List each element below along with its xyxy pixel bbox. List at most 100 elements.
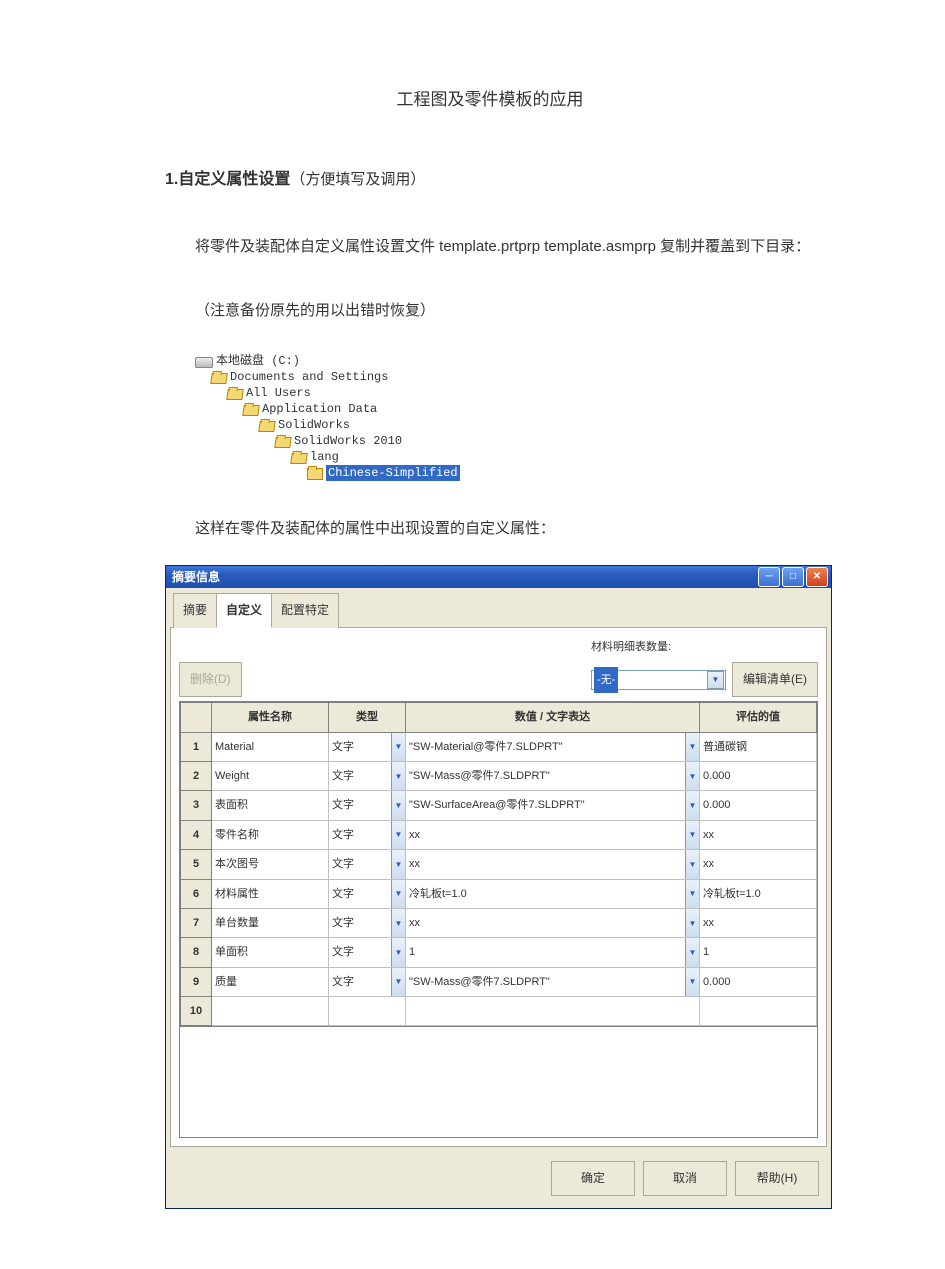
prop-name-cell[interactable]: 零件名称 xyxy=(212,820,329,849)
prop-expr-cell[interactable] xyxy=(406,997,700,1026)
chevron-down-icon[interactable]: ▼ xyxy=(685,762,699,790)
row-number: 4 xyxy=(181,820,212,849)
titlebar[interactable]: 摘要信息 ─ □ ✕ xyxy=(166,566,831,588)
tree-item[interactable]: SolidWorks 2010 xyxy=(195,433,815,449)
row-number: 2 xyxy=(181,761,212,790)
table-row[interactable]: 8单面积文字▼1▼1 xyxy=(181,938,817,967)
prop-value-cell: xx xyxy=(700,908,817,937)
chevron-down-icon[interactable]: ▼ xyxy=(685,968,699,996)
prop-name-cell[interactable]: 材料属性 xyxy=(212,879,329,908)
minimize-button[interactable]: ─ xyxy=(758,567,780,587)
property-table[interactable]: 属性名称类型数值 / 文字表达评估的值1Material文字▼"SW-Mater… xyxy=(179,701,818,1027)
prop-expr-cell[interactable]: 冷轧板t=1.0▼ xyxy=(406,879,700,908)
prop-type-cell[interactable]: 文字▼ xyxy=(329,908,406,937)
column-header[interactable]: 属性名称 xyxy=(212,703,329,732)
tree-item[interactable]: SolidWorks xyxy=(195,417,815,433)
table-row[interactable]: 5本次图号文字▼xx▼xx xyxy=(181,850,817,879)
prop-type-cell[interactable]: 文字▼ xyxy=(329,879,406,908)
table-row[interactable]: 7单台数量文字▼xx▼xx xyxy=(181,908,817,937)
chevron-down-icon[interactable]: ▼ xyxy=(391,733,405,761)
close-button[interactable]: ✕ xyxy=(806,567,828,587)
prop-type-cell[interactable]: 文字▼ xyxy=(329,820,406,849)
column-header[interactable]: 数值 / 文字表达 xyxy=(406,703,700,732)
chevron-down-icon[interactable]: ▼ xyxy=(391,880,405,908)
table-row[interactable]: 6材料属性文字▼冷轧板t=1.0▼冷轧板t=1.0 xyxy=(181,879,817,908)
tab-custom[interactable]: 自定义 xyxy=(216,593,272,628)
prop-type-cell[interactable]: 文字▼ xyxy=(329,967,406,996)
delete-button[interactable]: 删除(D) xyxy=(179,662,242,697)
tree-item[interactable]: 本地磁盘 (C:) xyxy=(195,353,815,369)
column-header[interactable]: 类型 xyxy=(329,703,406,732)
prop-expr-cell[interactable]: "SW-SurfaceArea@零件7.SLDPRT"▼ xyxy=(406,791,700,820)
chevron-down-icon[interactable]: ▼ xyxy=(685,821,699,849)
prop-name-cell[interactable]: 表面积 xyxy=(212,791,329,820)
prop-type-cell[interactable]: 文字▼ xyxy=(329,761,406,790)
prop-expr-cell[interactable]: xx▼ xyxy=(406,908,700,937)
prop-expr-cell[interactable]: "SW-Mass@零件7.SLDPRT"▼ xyxy=(406,967,700,996)
table-row[interactable]: 9质量文字▼"SW-Mass@零件7.SLDPRT"▼0.000 xyxy=(181,967,817,996)
chevron-down-icon[interactable]: ▼ xyxy=(685,909,699,937)
row-number: 7 xyxy=(181,908,212,937)
prop-name-cell[interactable]: Material xyxy=(212,732,329,761)
help-button[interactable]: 帮助(H) xyxy=(735,1161,819,1196)
maximize-button[interactable]: □ xyxy=(782,567,804,587)
tree-item[interactable]: Application Data xyxy=(195,401,815,417)
tree-item-label: Application Data xyxy=(262,401,377,417)
prop-type-cell[interactable]: 文字▼ xyxy=(329,938,406,967)
tree-item[interactable]: Chinese-Simplified xyxy=(195,465,815,481)
chevron-down-icon[interactable]: ▼ xyxy=(685,938,699,966)
chevron-down-icon[interactable]: ▼ xyxy=(391,909,405,937)
chevron-down-icon[interactable]: ▼ xyxy=(685,733,699,761)
chevron-down-icon[interactable]: ▼ xyxy=(685,791,699,819)
chevron-down-icon[interactable]: ▼ xyxy=(685,880,699,908)
prop-name-cell[interactable]: Weight xyxy=(212,761,329,790)
table-row[interactable]: 3表面积文字▼"SW-SurfaceArea@零件7.SLDPRT"▼0.000 xyxy=(181,791,817,820)
prop-type-cell[interactable] xyxy=(329,997,406,1026)
section-heading: 1.自定义属性设置（方便填写及调用） xyxy=(165,161,815,199)
prop-name-cell[interactable]: 质量 xyxy=(212,967,329,996)
chevron-down-icon[interactable]: ▼ xyxy=(391,821,405,849)
table-row[interactable]: 4零件名称文字▼xx▼xx xyxy=(181,820,817,849)
row-number: 3 xyxy=(181,791,212,820)
edit-list-button[interactable]: 编辑清单(E) xyxy=(732,662,818,697)
tab-summary[interactable]: 摘要 xyxy=(173,593,217,628)
row-number: 9 xyxy=(181,967,212,996)
table-row[interactable]: 2Weight文字▼"SW-Mass@零件7.SLDPRT"▼0.000 xyxy=(181,761,817,790)
folder-tree: 本地磁盘 (C:)Documents and SettingsAll Users… xyxy=(195,353,815,481)
column-header[interactable]: 评估的值 xyxy=(700,703,817,732)
row-number: 1 xyxy=(181,732,212,761)
chevron-down-icon[interactable]: ▼ xyxy=(391,938,405,966)
prop-name-cell[interactable]: 单台数量 xyxy=(212,908,329,937)
prop-name-cell[interactable]: 单面积 xyxy=(212,938,329,967)
prop-expr-cell[interactable]: xx▼ xyxy=(406,820,700,849)
prop-name-cell[interactable] xyxy=(212,997,329,1026)
chevron-down-icon[interactable]: ▼ xyxy=(685,850,699,878)
prop-expr-cell[interactable]: 1▼ xyxy=(406,938,700,967)
cancel-button[interactable]: 取消 xyxy=(643,1161,727,1196)
table-row[interactable]: 1Material文字▼"SW-Material@零件7.SLDPRT"▼普通碳… xyxy=(181,732,817,761)
prop-type-cell[interactable]: 文字▼ xyxy=(329,850,406,879)
prop-expr-cell[interactable]: xx▼ xyxy=(406,850,700,879)
ok-button[interactable]: 确定 xyxy=(551,1161,635,1196)
prop-name-cell[interactable]: 本次图号 xyxy=(212,850,329,879)
section-heading-paren: （方便填写及调用） xyxy=(290,171,425,188)
summary-info-dialog: 摘要信息 ─ □ ✕ 摘要 自定义 配置特定 删除(D) 材料明细表数量: xyxy=(165,565,832,1209)
prop-type-cell[interactable]: 文字▼ xyxy=(329,732,406,761)
column-header[interactable] xyxy=(181,703,212,732)
tree-item[interactable]: All Users xyxy=(195,385,815,401)
chevron-down-icon[interactable]: ▼ xyxy=(391,968,405,996)
prop-expr-cell[interactable]: "SW-Material@零件7.SLDPRT"▼ xyxy=(406,732,700,761)
disk-icon xyxy=(195,357,213,368)
row-number: 5 xyxy=(181,850,212,879)
tree-item[interactable]: lang xyxy=(195,449,815,465)
chevron-down-icon[interactable]: ▼ xyxy=(391,791,405,819)
table-row[interactable]: 10 xyxy=(181,997,817,1026)
tree-item-label: SolidWorks 2010 xyxy=(294,433,402,449)
prop-expr-cell[interactable]: "SW-Mass@零件7.SLDPRT"▼ xyxy=(406,761,700,790)
chevron-down-icon[interactable]: ▼ xyxy=(391,850,405,878)
material-qty-select[interactable]: -无- ▼ xyxy=(591,670,726,690)
tree-item[interactable]: Documents and Settings xyxy=(195,369,815,385)
prop-type-cell[interactable]: 文字▼ xyxy=(329,791,406,820)
tab-config[interactable]: 配置特定 xyxy=(271,593,339,628)
chevron-down-icon[interactable]: ▼ xyxy=(391,762,405,790)
